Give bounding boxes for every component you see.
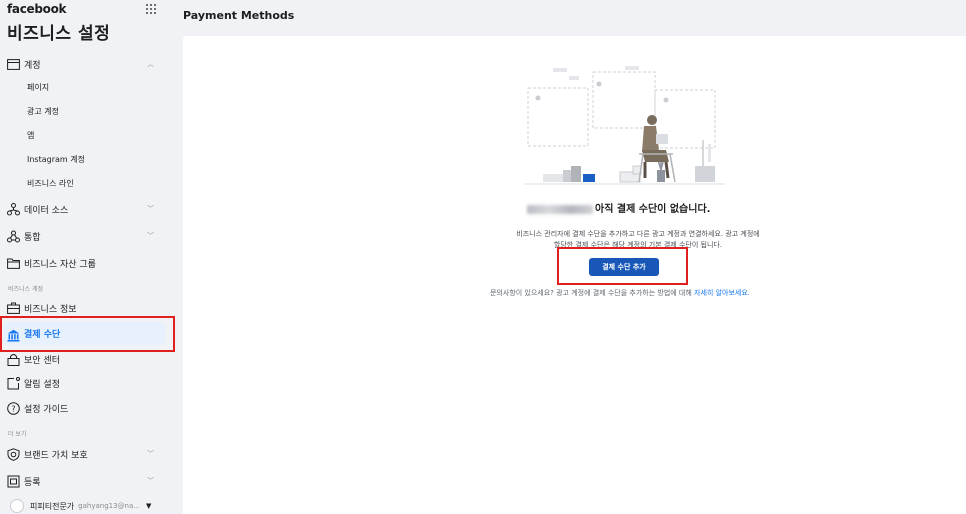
briefcase-icon bbox=[7, 302, 20, 315]
nav-notification-settings[interactable]: 알림 설정 bbox=[0, 372, 166, 394]
nav-setup-guide[interactable]: ? 설정 가이드 bbox=[0, 397, 166, 419]
page-title: Payment Methods bbox=[183, 9, 295, 22]
nav-data-sources-label: 데이터 소스 bbox=[24, 205, 69, 216]
user-name: 피피티전문가 bbox=[30, 501, 75, 511]
shield-icon bbox=[7, 447, 20, 461]
learn-more-link[interactable]: 자세히 알아보세요. bbox=[694, 289, 750, 297]
nav-registration-label: 등록 bbox=[24, 477, 41, 488]
section-more: 더 보기 bbox=[8, 431, 27, 438]
avatar bbox=[10, 499, 24, 513]
redacted-business-name bbox=[527, 204, 593, 214]
integrations-icon bbox=[7, 230, 20, 243]
nav-business-asset-groups[interactable]: 비즈니스 자산 그룹 bbox=[0, 252, 166, 274]
nav-security-center[interactable]: 보안 센터 bbox=[0, 348, 166, 370]
highlight-box-add-button bbox=[557, 247, 688, 285]
nav-accounts-label: 계정 bbox=[24, 60, 41, 71]
caret-down-icon[interactable]: ▼ bbox=[146, 502, 151, 510]
facebook-logo[interactable]: facebook bbox=[7, 2, 67, 16]
empty-state-title: 아직 결제 수단이 없습니다. bbox=[527, 200, 747, 215]
chevron-down-icon[interactable]: ﹀ bbox=[147, 231, 154, 241]
lock-icon bbox=[7, 353, 20, 366]
nav-apps[interactable]: 앱 bbox=[27, 130, 34, 141]
help-text-label: 문의사항이 있으세요? 광고 계정에 결제 수단을 추가하는 방법에 대해 bbox=[489, 289, 692, 297]
section-business-account: 비즈니스 계정 bbox=[8, 286, 44, 293]
nav-business-lines[interactable]: 비즈니스 라인 bbox=[27, 178, 74, 189]
nav-security-center-label: 보안 센터 bbox=[24, 355, 60, 366]
help-text: 문의사항이 있으세요? 광고 계정에 결제 수단을 추가하는 방법에 대해 자세… bbox=[455, 288, 785, 298]
nav-registration[interactable]: 등록 ﹀ bbox=[0, 470, 166, 492]
nav-pages[interactable]: 페이지 bbox=[27, 82, 49, 93]
nav-notification-settings-label: 알림 설정 bbox=[24, 379, 60, 390]
registration-icon bbox=[7, 475, 20, 488]
business-settings-app: facebook 비즈니스 설정 계정 ︿ 페이지 광고 계정 앱 Instag… bbox=[0, 0, 966, 514]
nav-ad-accounts[interactable]: 광고 계정 bbox=[27, 106, 59, 117]
nav-brand-protection[interactable]: 브랜드 가치 보호 ﹀ bbox=[0, 443, 166, 465]
wallet-icon bbox=[7, 58, 20, 71]
data-sources-icon bbox=[7, 202, 20, 216]
notification-icon bbox=[7, 376, 20, 390]
chevron-down-icon[interactable]: ﹀ bbox=[147, 476, 154, 486]
business-settings-title: 비즈니스 설정 bbox=[7, 24, 111, 44]
nav-data-sources[interactable]: 데이터 소스 ﹀ bbox=[0, 198, 166, 220]
nav-setup-guide-label: 설정 가이드 bbox=[24, 404, 69, 415]
nav-accounts[interactable]: 계정 ︿ bbox=[0, 53, 166, 75]
nav-brand-protection-label: 브랜드 가치 보호 bbox=[24, 450, 88, 461]
nav-integrations[interactable]: 통합 ﹀ bbox=[0, 225, 166, 247]
chevron-down-icon[interactable]: ﹀ bbox=[147, 449, 154, 459]
account-switcher[interactable]: 피피티전문가 gahyang13@na... ▼ bbox=[10, 499, 151, 513]
empty-state-illustration bbox=[525, 66, 725, 185]
chevron-up-icon[interactable]: ︿ bbox=[147, 59, 154, 69]
nav-instagram-accounts[interactable]: Instagram 계정 bbox=[27, 154, 85, 165]
app-grid-icon[interactable] bbox=[146, 4, 158, 14]
svg-text:?: ? bbox=[11, 404, 15, 413]
nav-integrations-label: 통합 bbox=[24, 232, 41, 243]
chevron-down-icon[interactable]: ﹀ bbox=[147, 204, 154, 214]
nav-business-asset-groups-label: 비즈니스 자산 그룹 bbox=[24, 259, 96, 270]
question-icon: ? bbox=[7, 401, 20, 415]
folder-icon bbox=[7, 257, 20, 270]
description-line-1: 비즈니스 관리자에 결제 수단을 추가하고 다른 광고 계정과 연결하세요. 광… bbox=[516, 230, 760, 238]
user-email: gahyang13@na... bbox=[78, 502, 140, 510]
nav-business-info-label: 비즈니스 정보 bbox=[24, 304, 77, 315]
sidebar: facebook 비즈니스 설정 계정 ︿ 페이지 광고 계정 앱 Instag… bbox=[0, 0, 175, 514]
highlight-box-payment-nav bbox=[0, 316, 175, 352]
